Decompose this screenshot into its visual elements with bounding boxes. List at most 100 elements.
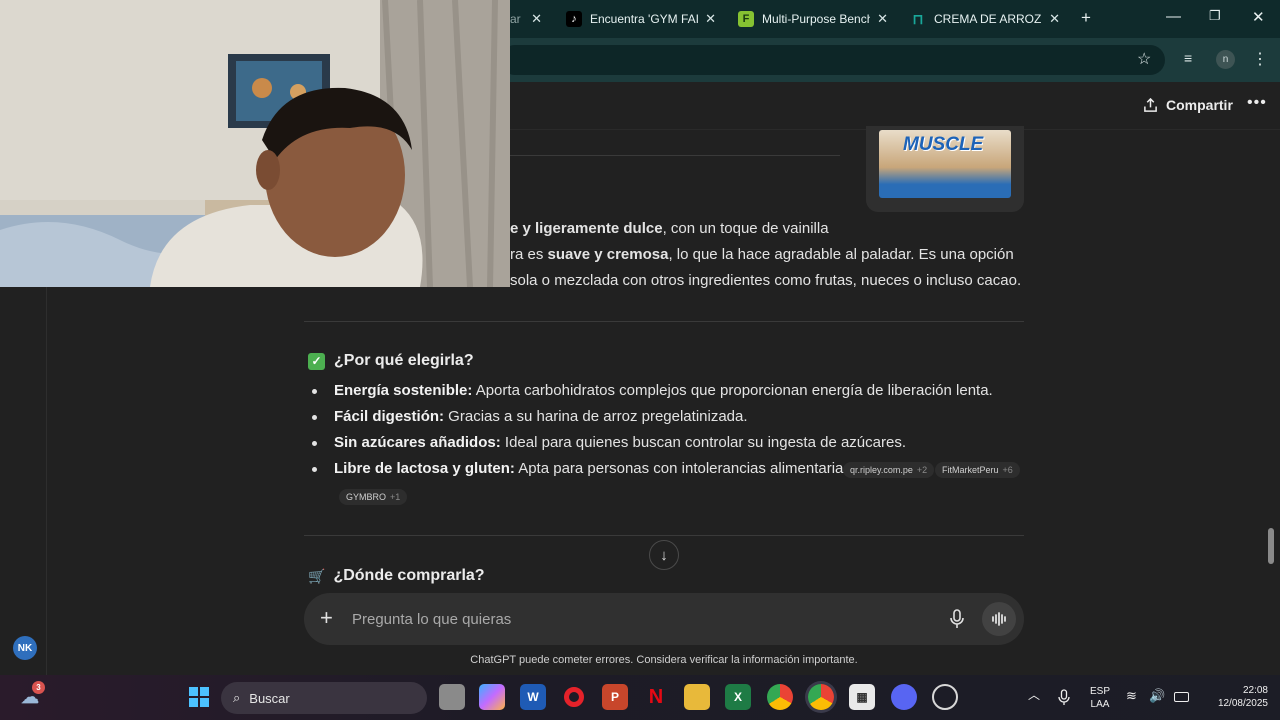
excel-icon[interactable]: X [725,684,751,710]
close-tab-icon[interactable]: ✕ [877,11,888,27]
source-count: +6 [1002,465,1013,475]
omnibox[interactable] [500,45,1165,75]
text: , con un toque de vainilla [662,220,829,237]
browser-tab-bench[interactable]: F Multi-Purpose Bench ✕ [738,6,888,32]
voice-mode-button[interactable] [982,602,1016,636]
check-icon: ✓ [308,352,325,370]
description-line-3: sola o mezclada con otros ingredientes c… [510,272,1022,289]
store-icon: ⊓ [912,10,924,27]
netflix-icon[interactable]: N [643,684,669,710]
volume-icon[interactable]: 🔊 [1149,689,1165,702]
microphone-tray-icon[interactable] [1058,689,1070,706]
bold-text: suave y cremosa [547,246,669,263]
chrome-active-icon[interactable] [808,684,834,710]
discord-icon[interactable] [891,684,917,710]
bullet-dot [312,388,317,394]
windows-icon [189,687,209,707]
steam-icon[interactable] [932,684,958,710]
bullet-text: Apta para personas con intolerancias ali… [514,460,856,477]
description-line-2: ra es suave y cremosa, lo que la hace ag… [510,242,1014,268]
description-line-1: e y ligeramente dulce, con un toque de v… [510,216,829,242]
webcam-overlay [0,0,510,287]
tiktok-icon: ♪ [566,11,582,27]
opera-icon[interactable] [561,684,587,710]
browser-tab-crema[interactable]: ⊓ CREMA DE ARROZ S ✕ [910,6,1060,32]
restore-icon[interactable]: ❐ [1209,8,1221,24]
start-button[interactable] [186,684,212,710]
minimize-icon[interactable]: — [1166,8,1181,25]
divider [304,535,1024,536]
clock[interactable]: 22:08 12/08/2025 [1200,684,1268,710]
scrollbar[interactable] [1268,528,1274,564]
share-button[interactable]: Compartir [1143,97,1233,113]
bullet-bold: Energía sostenible: [334,382,473,399]
heading-text: ¿Dónde comprarla? [333,567,485,584]
wifi-icon[interactable]: ≋ [1126,689,1137,702]
account-avatar[interactable]: NK [13,636,37,660]
prompt-input[interactable] [352,607,912,631]
product-image: MUSCLE [879,130,1011,198]
windows-taskbar: ☁ 3 ⌕ Buscar W P N X ▦ ︿ ESP LAA ≋ 🔊 22:… [0,675,1280,720]
copilot-icon[interactable] [479,684,505,710]
source-name: GYMBRO [346,492,387,502]
word-icon[interactable]: W [520,684,546,710]
share-icon [1144,97,1157,112]
list-item: Sin azúcares añadidos: Ideal para quiene… [312,434,906,451]
close-tab-icon[interactable]: ✕ [705,11,716,27]
task-view-icon[interactable] [439,684,465,710]
webcam-feed-image [0,0,510,287]
source-name: FitMarketPeru [942,465,999,475]
bullet-text: Aporta carbohidratos complejos que propo… [472,382,993,399]
browser-tab-tiktok[interactable]: ♪ Encuentra 'GYM FAIL ✕ [566,6,716,32]
f-icon: F [738,11,754,27]
list-item: Fácil digestión: Gracias a su harina de … [312,408,748,425]
new-tab-button[interactable]: + [1081,8,1091,28]
taskbar-search[interactable]: ⌕ Buscar [221,682,427,714]
microphone-icon[interactable] [949,608,965,630]
lang-bottom: LAA [1090,699,1110,710]
close-window-icon[interactable]: ✕ [1252,8,1265,26]
search-label: Buscar [249,690,290,706]
time: 22:08 [1242,685,1268,696]
profile-avatar[interactable]: n [1216,50,1235,69]
close-tab-icon[interactable]: ✕ [531,11,542,27]
scroll-down-button[interactable]: ↓ [649,540,679,570]
language-indicator[interactable]: ESP LAA [1088,685,1112,711]
bullet-dot [312,414,317,420]
source-chip[interactable]: qr.ripley.com.pe +2 [843,462,935,478]
media-queue-icon[interactable]: ≡ [1184,50,1192,66]
bullet-bold: Fácil digestión: [334,408,445,425]
share-label: Compartir [1166,97,1233,113]
heading-text: ¿Por qué elegirla? [334,352,474,369]
bullet-dot [312,466,317,472]
source-chip[interactable]: FitMarketPeru +6 [935,462,1020,478]
prompt-composer: + [304,593,1024,645]
star-icon[interactable]: ☆ [1137,49,1151,69]
divider [510,155,840,156]
source-count: +2 [916,465,928,475]
product-image-card[interactable]: MUSCLE [866,126,1024,212]
battery-icon[interactable] [1174,692,1189,702]
arrow-down-icon: ↓ [660,546,668,564]
powerpoint-icon[interactable]: P [602,684,628,710]
bullet-bold: Sin azúcares añadidos: [334,434,501,451]
chevron-up-icon[interactable]: ︿ [1028,689,1040,702]
close-tab-icon[interactable]: ✕ [1049,11,1060,27]
browser-tab[interactable]: ar ✕ [510,6,544,32]
source-chip[interactable]: GYMBRO +1 [339,489,408,505]
bullet-text: Ideal para quienes buscan controlar su i… [500,434,906,451]
file-explorer-icon[interactable] [684,684,710,710]
more-options-icon[interactable]: ••• [1247,94,1267,112]
waveform-icon [992,612,1006,626]
chrome-icon[interactable] [767,684,793,710]
why-section-heading: ✓ ¿Por qué elegirla? [308,352,474,370]
browser-menu-icon[interactable]: ⋮ [1252,49,1268,69]
store-icon[interactable]: ▦ [849,684,875,710]
add-attachment-button[interactable]: + [320,605,333,631]
where-section-heading: 🛒 ¿Dónde comprarla? [308,567,485,585]
source-name: qr.ripley.com.pe [850,465,913,475]
tab-label: CREMA DE ARROZ S [934,12,1042,26]
date: 12/08/2025 [1217,698,1268,709]
weather-widget[interactable]: ☁ 3 [17,681,45,710]
bullet-text: Gracias a su harina de arroz pregelatini… [444,408,748,425]
